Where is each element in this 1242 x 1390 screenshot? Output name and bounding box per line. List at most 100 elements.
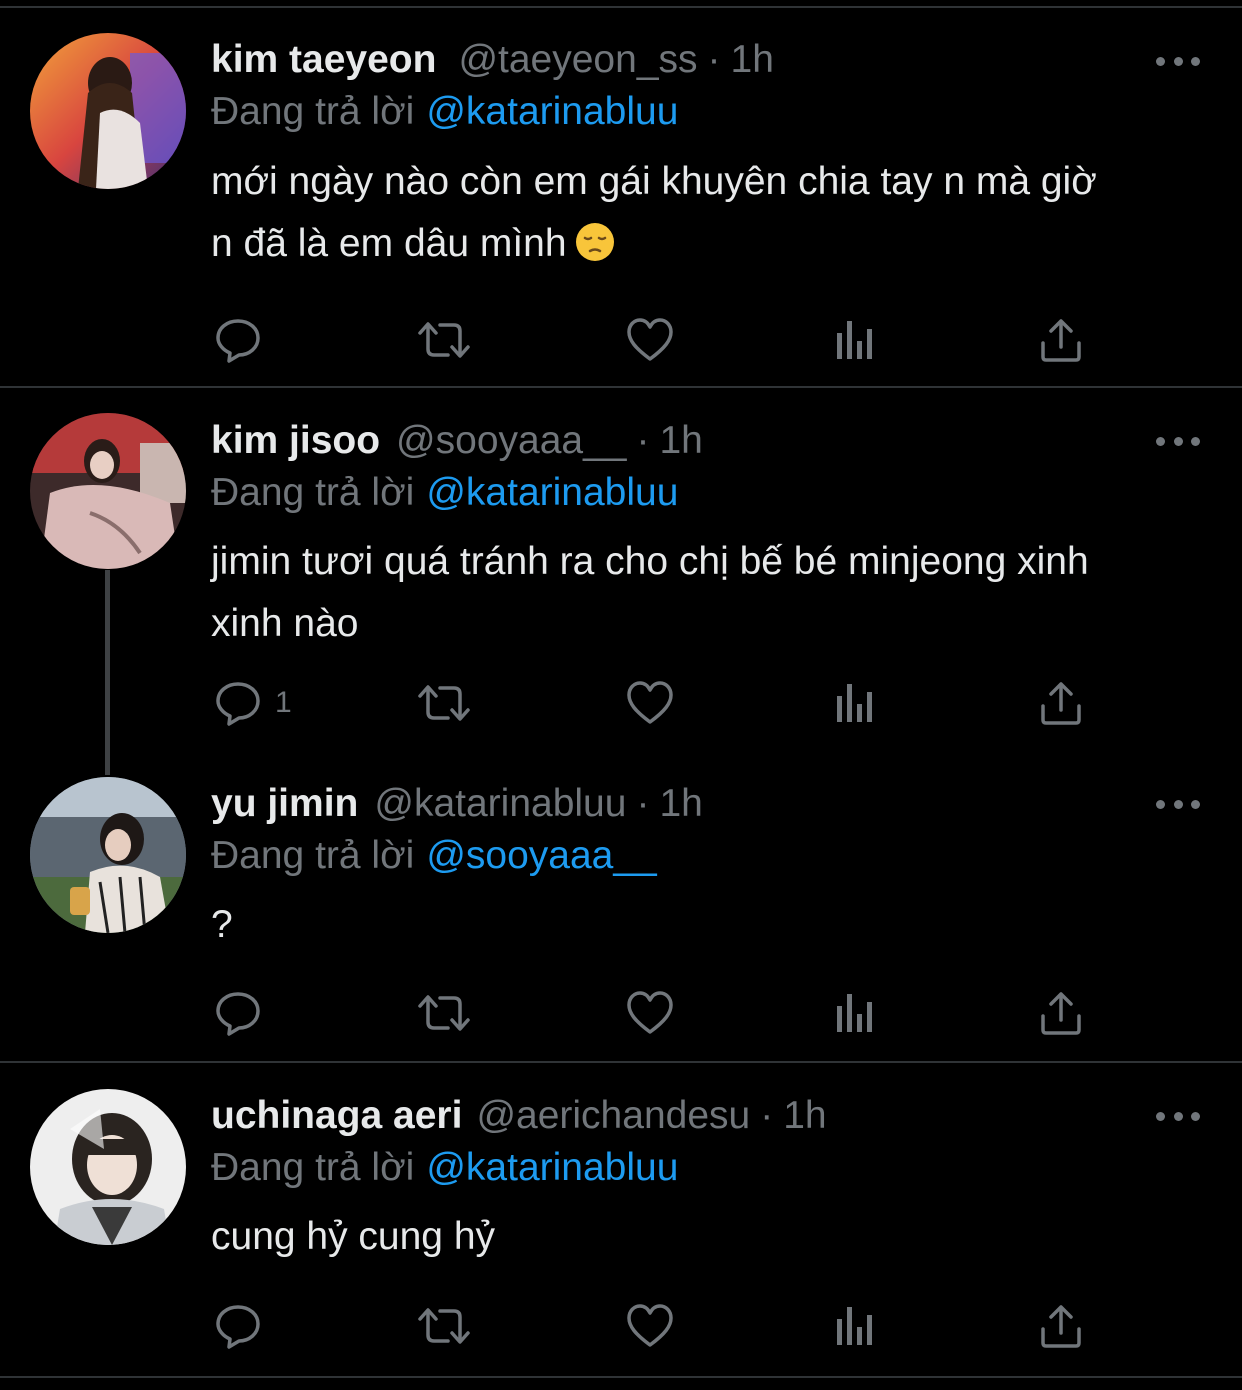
views-button[interactable] bbox=[834, 988, 878, 1038]
action-bar bbox=[0, 315, 1242, 365]
like-button[interactable] bbox=[625, 315, 675, 365]
mention-link[interactable]: @sooyaaa__ bbox=[426, 834, 656, 877]
tweet-text-line: ? bbox=[211, 903, 233, 946]
username[interactable]: @sooyaaa__ bbox=[396, 421, 626, 461]
like-button[interactable] bbox=[625, 988, 675, 1038]
avatar[interactable] bbox=[30, 33, 186, 189]
timestamp[interactable]: 1h bbox=[659, 784, 702, 824]
avatar[interactable] bbox=[30, 777, 186, 933]
retweet-icon bbox=[418, 1308, 470, 1344]
share-button[interactable] bbox=[1038, 1301, 1084, 1351]
reply-icon bbox=[216, 682, 260, 726]
share-icon bbox=[1041, 1305, 1081, 1348]
share-icon bbox=[1041, 992, 1081, 1035]
retweet-icon bbox=[418, 322, 470, 358]
more-icon[interactable] bbox=[1156, 426, 1200, 456]
retweet-icon bbox=[418, 995, 470, 1031]
display-name[interactable]: yu jimin bbox=[211, 784, 358, 824]
like-icon bbox=[627, 1304, 673, 1347]
replying-to: Đang trả lời @katarinabluu bbox=[211, 1148, 678, 1188]
thread-connector bbox=[105, 570, 110, 775]
action-bar bbox=[0, 1301, 1242, 1351]
tweet-text: cung hỷ cung hỷ bbox=[211, 1206, 1211, 1268]
retweet-button[interactable] bbox=[416, 1301, 472, 1351]
tweet-text-line: jimin tươi quá tránh ra cho chị bế bé mi… bbox=[211, 540, 1089, 583]
views-icon bbox=[837, 1307, 872, 1345]
retweet-button[interactable] bbox=[416, 315, 472, 365]
reply-icon bbox=[216, 1305, 260, 1349]
tweet-divider bbox=[0, 386, 1242, 388]
username[interactable]: @katarinabluu bbox=[374, 784, 626, 824]
mention-link[interactable]: @katarinabluu bbox=[426, 471, 678, 514]
replying-to: Đang trả lời @katarinabluu bbox=[211, 92, 678, 132]
tweet-text-line: xinh nào bbox=[211, 602, 359, 645]
display-name[interactable]: kim taeyeon bbox=[211, 40, 436, 80]
top-divider bbox=[0, 6, 1242, 8]
views-button[interactable] bbox=[834, 315, 878, 365]
retweet-button[interactable] bbox=[416, 988, 472, 1038]
timestamp[interactable]: 1h bbox=[783, 1096, 826, 1136]
share-icon bbox=[1041, 319, 1081, 362]
pensive-face-icon bbox=[575, 219, 615, 281]
like-button[interactable] bbox=[625, 678, 675, 728]
reply-button[interactable] bbox=[213, 1301, 275, 1351]
tweet-text-line: cung hỷ cung hỷ bbox=[211, 1215, 496, 1258]
action-bar bbox=[0, 988, 1242, 1038]
tweet-text-line: n đã là em dâu mình bbox=[211, 222, 567, 265]
replying-to-label: Đang trả lời bbox=[211, 471, 415, 514]
reply-icon bbox=[216, 992, 260, 1036]
replying-to: Đang trả lời @katarinabluu bbox=[211, 473, 678, 513]
reply-count: 1 bbox=[275, 686, 292, 719]
separator-dot: · bbox=[636, 419, 650, 462]
like-icon bbox=[627, 318, 673, 361]
display-name[interactable]: uchinaga aeri bbox=[211, 1096, 462, 1136]
separator-dot: · bbox=[760, 1094, 774, 1137]
tweet-text: jimin tươi quá tránh ra cho chị bế bé mi… bbox=[211, 531, 1211, 655]
timestamp[interactable]: 1h bbox=[731, 40, 774, 80]
display-name[interactable]: kim jisoo bbox=[211, 421, 380, 461]
tweet-header: uchinaga aeri @aerichandesu · 1h bbox=[211, 1096, 827, 1136]
tweet-text: mới ngày nào còn em gái khuyên chia tay … bbox=[211, 151, 1211, 281]
share-button[interactable] bbox=[1038, 315, 1084, 365]
tweet-divider bbox=[0, 1061, 1242, 1063]
avatar[interactable] bbox=[30, 1089, 186, 1245]
mention-link[interactable]: @katarinabluu bbox=[426, 1146, 678, 1189]
tweet-header: yu jimin @katarinabluu · 1h bbox=[211, 784, 703, 824]
replying-to-label: Đang trả lời bbox=[211, 834, 415, 877]
tweet-divider bbox=[0, 1376, 1242, 1378]
username[interactable]: @aerichandesu bbox=[476, 1096, 750, 1136]
share-button[interactable] bbox=[1038, 678, 1084, 728]
more-icon[interactable] bbox=[1156, 46, 1200, 76]
more-icon[interactable] bbox=[1156, 1101, 1200, 1131]
reply-button[interactable]: 1 bbox=[213, 678, 292, 728]
retweet-icon bbox=[418, 685, 470, 721]
share-button[interactable] bbox=[1038, 988, 1084, 1038]
reply-icon bbox=[216, 319, 260, 363]
replying-to-label: Đang trả lời bbox=[211, 1146, 415, 1189]
tweet-text: ? bbox=[211, 894, 1211, 956]
reply-button[interactable] bbox=[213, 315, 275, 365]
replying-to-label: Đang trả lời bbox=[211, 90, 415, 133]
views-icon bbox=[837, 321, 872, 359]
views-icon bbox=[837, 994, 872, 1032]
tweet-header: kim jisoo @sooyaaa__ · 1h bbox=[211, 421, 703, 461]
separator-dot: · bbox=[636, 782, 650, 825]
more-icon[interactable] bbox=[1156, 789, 1200, 819]
username[interactable]: @taeyeon_ss bbox=[458, 40, 697, 80]
mention-link[interactable]: @katarinabluu bbox=[426, 90, 678, 133]
share-icon bbox=[1041, 682, 1081, 725]
reply-button[interactable] bbox=[213, 988, 275, 1038]
like-icon bbox=[627, 991, 673, 1034]
timestamp[interactable]: 1h bbox=[659, 421, 702, 461]
separator-dot: · bbox=[707, 38, 721, 81]
retweet-button[interactable] bbox=[416, 678, 472, 728]
like-button[interactable] bbox=[625, 1301, 675, 1351]
avatar[interactable] bbox=[30, 413, 186, 569]
views-icon bbox=[837, 684, 872, 722]
tweet-text-line: mới ngày nào còn em gái khuyên chia tay … bbox=[211, 160, 1097, 203]
tweet-header: kim taeyeon @taeyeon_ss · 1h bbox=[211, 40, 774, 80]
like-icon bbox=[627, 681, 673, 724]
views-button[interactable] bbox=[834, 1301, 878, 1351]
views-button[interactable] bbox=[834, 678, 878, 728]
replying-to: Đang trả lời @sooyaaa__ bbox=[211, 836, 657, 876]
